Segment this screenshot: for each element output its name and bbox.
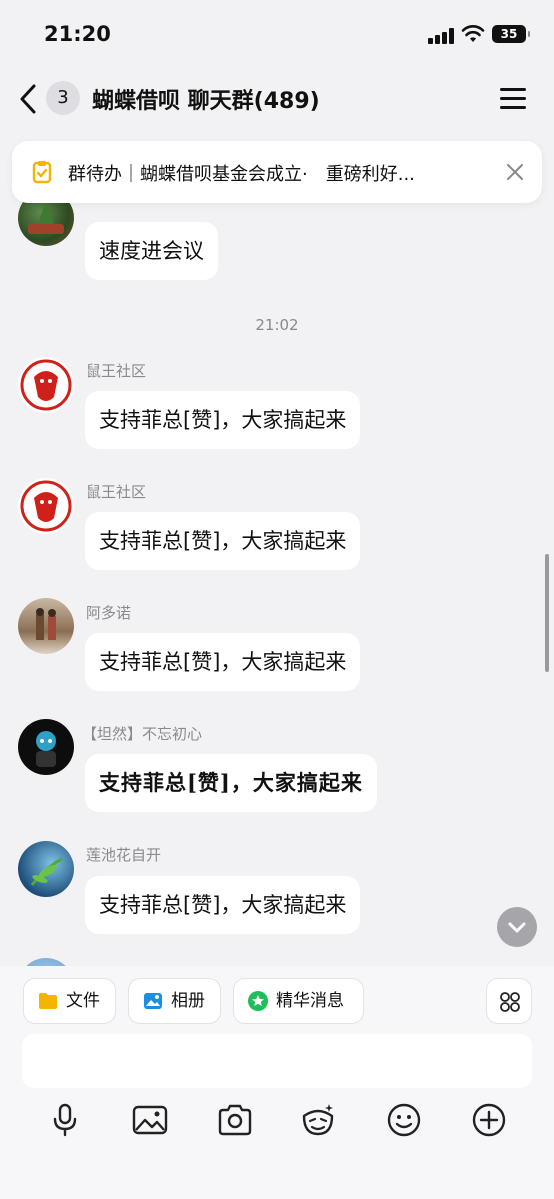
file-button[interactable]: 文件 xyxy=(23,978,116,1024)
menu-icon[interactable] xyxy=(500,86,528,110)
nav-bar: 3 蝴蝶借呗 聊天群(489) xyxy=(0,70,554,128)
star-icon xyxy=(248,991,268,1011)
album-button[interactable]: 相册 xyxy=(128,978,221,1024)
group-todo-banner[interactable]: 群待办｜蝴蝶借呗基金会成立· 重磅利好... xyxy=(12,141,542,203)
status-bar: 21:20 35 xyxy=(0,0,554,70)
time-separator: 21:02 xyxy=(255,316,299,334)
back-icon[interactable] xyxy=(16,82,40,116)
unread-count-badge[interactable]: 3 xyxy=(46,81,80,115)
chat-messages[interactable]: 速度进会议 21:02 鼠王社区 支持菲总[赞]，大家搞起来 鼠王社区 支持菲总… xyxy=(0,128,554,966)
image-icon[interactable] xyxy=(130,1100,170,1140)
microphone-icon[interactable] xyxy=(45,1100,85,1140)
status-time: 21:20 xyxy=(44,22,111,46)
sender-name: 鼠王社区 xyxy=(86,483,147,501)
sender-name: 鼠王社区 xyxy=(86,362,147,380)
todo-banner-text: 群待办｜蝴蝶借呗基金会成立· 重磅利好... xyxy=(68,164,415,185)
battery-indicator: 35 xyxy=(492,25,530,43)
todo-clipboard-icon xyxy=(32,161,52,184)
file-button-label: 文件 xyxy=(66,991,100,1011)
sender-name: 莲池花自开 xyxy=(86,846,162,864)
message-bubble[interactable]: 支持菲总[赞]，大家搞起来 xyxy=(85,876,361,934)
sender-name: 【坦然】不忘初心 xyxy=(82,725,203,743)
chevron-down-icon xyxy=(508,922,526,933)
sender-name: 阿多诺 xyxy=(86,604,132,622)
signal-icon xyxy=(428,28,454,44)
input-panel: 文件 相册 精华消息 xyxy=(0,966,554,1199)
avatar[interactable] xyxy=(18,478,74,534)
message-bubble[interactable]: 支持菲总[赞]，大家搞起来 xyxy=(85,633,361,691)
album-button-label: 相册 xyxy=(171,991,205,1011)
avatar[interactable] xyxy=(18,357,74,413)
essence-messages-button[interactable]: 精华消息 xyxy=(233,978,364,1024)
emoji-icon[interactable] xyxy=(384,1100,424,1140)
message-bubble[interactable]: 支持菲总[赞]，大家搞起来 xyxy=(85,391,361,449)
message-bubble[interactable]: 支持菲总[赞]，大家搞起来 xyxy=(85,512,361,570)
scroll-to-bottom-button[interactable] xyxy=(497,907,537,947)
folder-icon xyxy=(39,993,57,1009)
message-bubble[interactable]: 速度进会议 xyxy=(85,222,218,280)
message-input[interactable] xyxy=(22,1034,532,1088)
avatar[interactable] xyxy=(18,598,74,654)
avatar[interactable] xyxy=(18,958,74,966)
wifi-icon xyxy=(461,25,485,42)
close-icon[interactable] xyxy=(504,161,526,183)
plus-icon[interactable] xyxy=(469,1100,509,1140)
camera-icon[interactable] xyxy=(215,1100,255,1140)
avatar[interactable] xyxy=(18,719,74,775)
message-bubble[interactable]: 支持菲总[赞]，大家搞起来 xyxy=(85,754,377,812)
avatar[interactable] xyxy=(18,841,74,897)
sticker-icon[interactable] xyxy=(298,1100,338,1140)
chat-title: 蝴蝶借呗 聊天群(489) xyxy=(92,89,320,114)
photo-icon xyxy=(144,993,162,1009)
essence-button-label: 精华消息 xyxy=(276,991,344,1011)
grid-icon xyxy=(500,992,520,1012)
more-apps-button[interactable] xyxy=(486,978,532,1024)
scrollbar[interactable] xyxy=(545,554,549,672)
